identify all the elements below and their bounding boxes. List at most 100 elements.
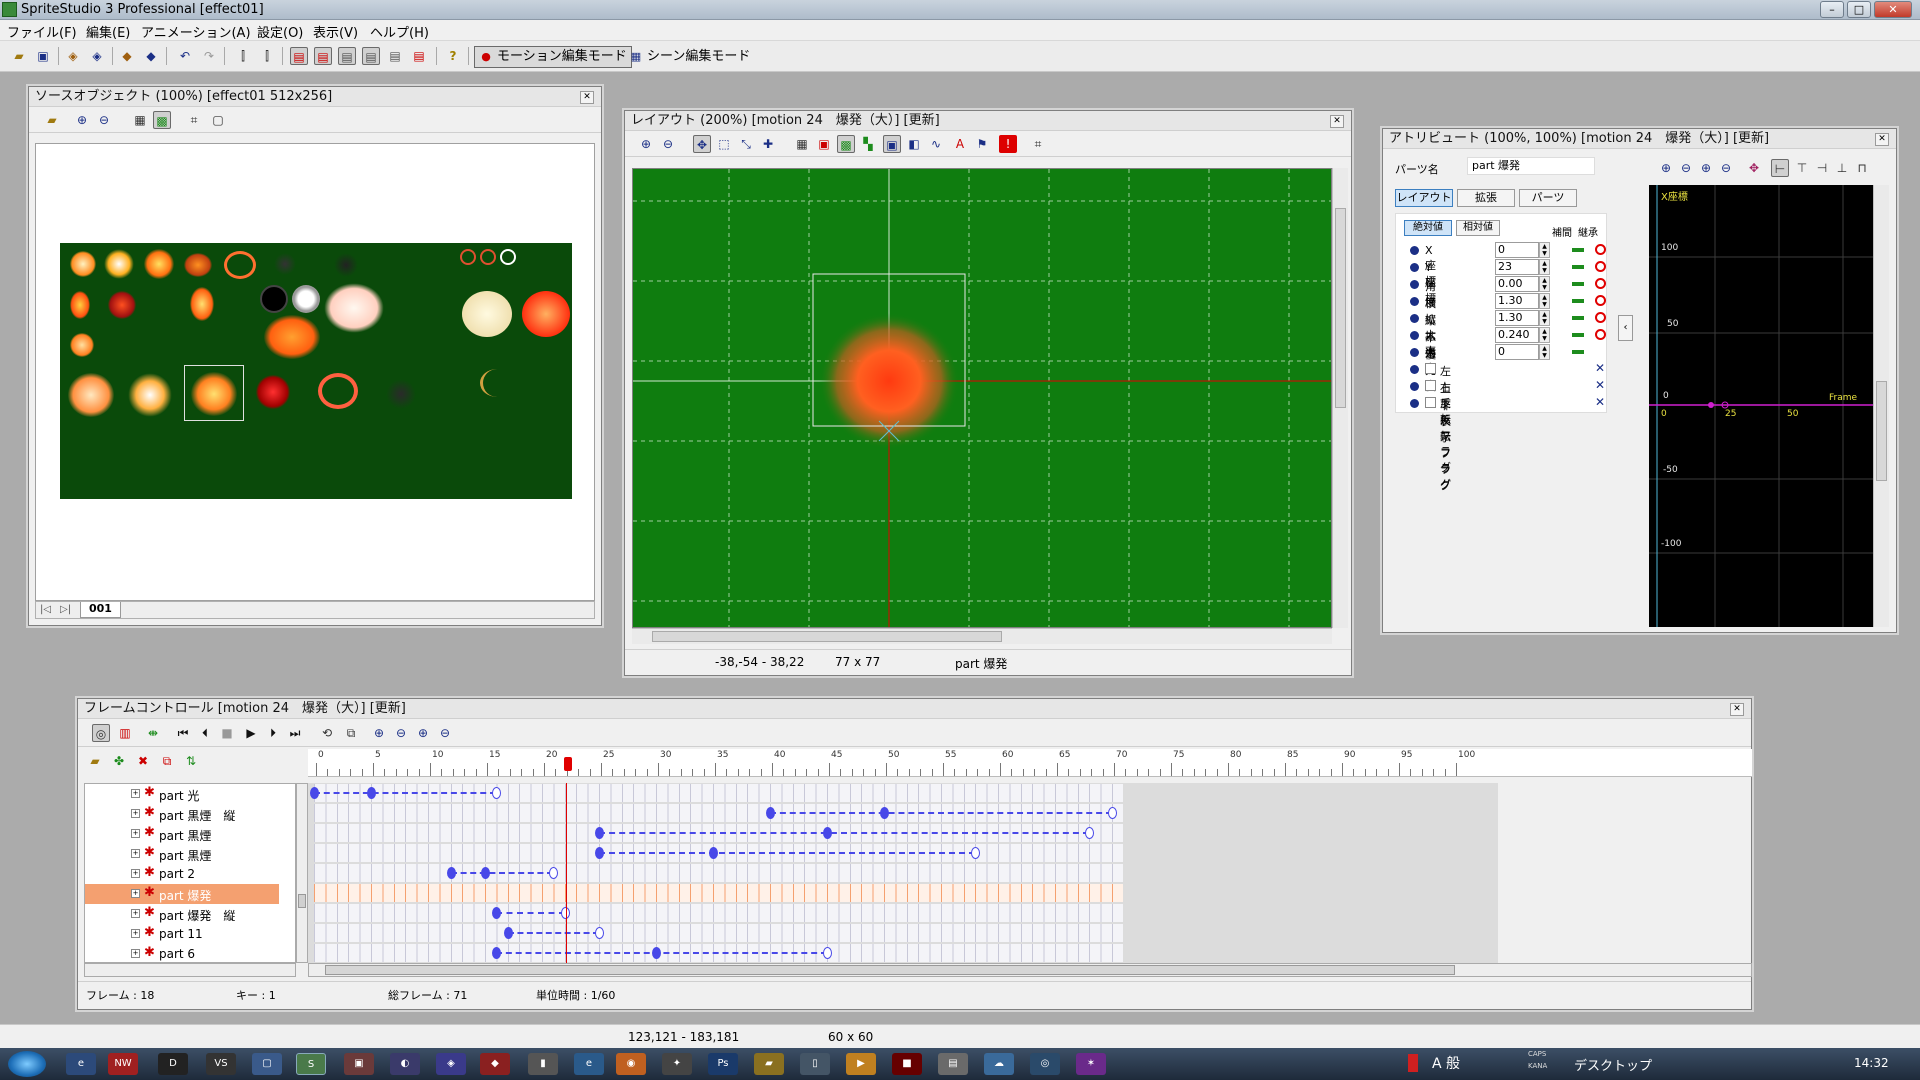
- ime-mode[interactable]: A 般: [1432, 1053, 1460, 1073]
- stop-icon[interactable]: ■: [218, 724, 236, 742]
- inherit-indicator[interactable]: [1595, 278, 1606, 289]
- interp-indicator[interactable]: [1572, 333, 1584, 337]
- copy-part-icon[interactable]: ⧉: [158, 752, 176, 770]
- graph-flat-icon[interactable]: ⊣: [1813, 159, 1831, 177]
- view-icon[interactable]: ▣: [883, 135, 901, 153]
- expand-icon[interactable]: +: [131, 809, 140, 818]
- grid-icon[interactable]: ▦: [131, 111, 149, 129]
- keyframe[interactable]: [595, 847, 604, 859]
- taskbar-app4-icon[interactable]: ◈: [436, 1053, 466, 1075]
- part-row[interactable]: + ✱ part 6: [85, 944, 279, 962]
- part-row[interactable]: + ✱ part 2: [85, 864, 279, 884]
- frame-window-close-button[interactable]: ✕: [1730, 703, 1744, 716]
- play-icon[interactable]: ▶: [242, 724, 260, 742]
- inherit-indicator[interactable]: [1595, 329, 1606, 340]
- track-area[interactable]: [308, 783, 1498, 963]
- parts-vscroll[interactable]: [296, 783, 308, 963]
- taskbar-d-icon[interactable]: D: [158, 1053, 188, 1075]
- import-icon[interactable]: ◈: [64, 47, 82, 65]
- attribute-graph[interactable]: X座標 100 50 0 -50 -100 0 25 50 Frame: [1649, 185, 1873, 627]
- undo-icon[interactable]: ↶: [176, 47, 194, 65]
- menu-help[interactable]: ヘルプ(H): [367, 22, 432, 41]
- expand-icon[interactable]: +: [131, 789, 140, 798]
- interp-indicator[interactable]: [1572, 299, 1584, 303]
- save-icon[interactable]: ▣: [34, 47, 52, 65]
- keyframe[interactable]: [823, 947, 832, 959]
- last-frame-icon[interactable]: ⏭: [286, 724, 304, 742]
- close-button[interactable]: ✕: [1874, 1, 1912, 18]
- taskbar-app11-icon[interactable]: ■: [892, 1053, 922, 1075]
- attribute-window-close-button[interactable]: ✕: [1875, 133, 1889, 146]
- part-row[interactable]: + ✱ part 爆発: [85, 884, 279, 904]
- graph-vscroll-thumb[interactable]: [1876, 381, 1887, 481]
- zoom-out-icon[interactable]: ⊖: [392, 724, 410, 742]
- loop-icon[interactable]: ◎: [92, 724, 110, 742]
- part-row[interactable]: + ✱ part 光: [85, 784, 279, 804]
- flag-checkbox[interactable]: [1425, 363, 1436, 374]
- keyframe[interactable]: [446, 867, 456, 879]
- keyframe[interactable]: [595, 827, 604, 839]
- graph-zoom-in-icon[interactable]: ⊕: [1657, 159, 1675, 177]
- track-row[interactable]: [308, 783, 1497, 803]
- scale-icon[interactable]: ⤡: [737, 135, 755, 153]
- tab-001[interactable]: 001: [80, 602, 121, 618]
- zoom-in-icon[interactable]: ⊕: [637, 135, 655, 153]
- inherit-indicator[interactable]: [1595, 244, 1606, 255]
- clock[interactable]: 14:32: [1854, 1056, 1889, 1070]
- parts-vscroll-thumb[interactable]: [298, 894, 306, 908]
- playhead-marker[interactable]: [564, 757, 572, 771]
- maximize-button[interactable]: □: [1847, 1, 1871, 18]
- taskbar-ps-icon[interactable]: Ps: [708, 1053, 738, 1075]
- graph-linear-icon[interactable]: ⊥: [1833, 159, 1851, 177]
- expand-icon[interactable]: +: [131, 929, 140, 938]
- palette-icon[interactable]: ▚: [859, 135, 877, 153]
- project-open-icon[interactable]: ◆: [118, 47, 136, 65]
- source-canvas[interactable]: [35, 143, 595, 601]
- prev-frame-icon[interactable]: ⏴: [196, 724, 214, 742]
- inherit-indicator[interactable]: [1595, 312, 1606, 323]
- bounds-icon[interactable]: ▣: [815, 135, 833, 153]
- grid-icon[interactable]: ▦: [793, 135, 811, 153]
- expand-icon[interactable]: +: [131, 889, 140, 898]
- attr-value[interactable]: 0.240: [1495, 327, 1539, 343]
- track-row[interactable]: [308, 903, 1497, 923]
- track-hscroll-thumb[interactable]: [325, 965, 1455, 975]
- attr-spinner[interactable]: ▲ ▼: [1539, 327, 1550, 343]
- inherit-indicator[interactable]: [1595, 261, 1606, 272]
- taskbar-app13-icon[interactable]: ☁: [984, 1053, 1014, 1075]
- tab-parts[interactable]: パーツ: [1519, 189, 1577, 207]
- repeat-icon[interactable]: ⟲: [318, 724, 336, 742]
- open-icon[interactable]: ▰: [10, 47, 28, 65]
- zoom-out-icon[interactable]: ⊖: [659, 135, 677, 153]
- flag-x-icon[interactable]: ✕: [1595, 378, 1605, 392]
- track-row[interactable]: [308, 943, 1497, 963]
- track-row[interactable]: [308, 923, 1497, 943]
- attr-value[interactable]: 1.30: [1495, 310, 1539, 326]
- taskbar-vs-icon[interactable]: VS: [206, 1053, 236, 1075]
- expand-icon[interactable]: +: [131, 849, 140, 858]
- attr-spinner[interactable]: ▲ ▼: [1539, 259, 1550, 275]
- track-row[interactable]: [308, 803, 1497, 823]
- window-scene-icon[interactable]: ▤: [410, 47, 428, 65]
- flag-x-icon[interactable]: ✕: [1595, 361, 1605, 375]
- part-row[interactable]: + ✱ part 黒煙: [85, 824, 279, 844]
- taskbar-app3-icon[interactable]: ◐: [390, 1053, 420, 1075]
- export-icon[interactable]: ◈: [88, 47, 106, 65]
- track-hscroll[interactable]: [308, 963, 1752, 977]
- interp-indicator[interactable]: [1572, 316, 1584, 320]
- attr-spinner[interactable]: ▲ ▼: [1539, 293, 1550, 309]
- part-row[interactable]: + ✱ part 爆発 縦: [85, 904, 279, 924]
- attr-spinner[interactable]: ▲ ▼: [1539, 344, 1550, 360]
- keyframe[interactable]: [310, 787, 319, 799]
- delete-part-icon[interactable]: ✖: [134, 752, 152, 770]
- taskbar-app5-icon[interactable]: ◆: [480, 1053, 510, 1075]
- attr-value[interactable]: 23: [1495, 259, 1539, 275]
- mode-relative[interactable]: 相対値: [1456, 220, 1500, 236]
- first-frame-icon[interactable]: ⏮: [174, 724, 192, 742]
- graph-zoom-out-icon[interactable]: ⊖: [1677, 159, 1695, 177]
- redo-icon[interactable]: ↷: [200, 47, 218, 65]
- keyframe[interactable]: [766, 807, 775, 819]
- taskbar-nwcs-icon[interactable]: NW: [108, 1053, 138, 1075]
- keyframe[interactable]: [823, 827, 832, 839]
- add-part-icon[interactable]: ✤: [110, 752, 128, 770]
